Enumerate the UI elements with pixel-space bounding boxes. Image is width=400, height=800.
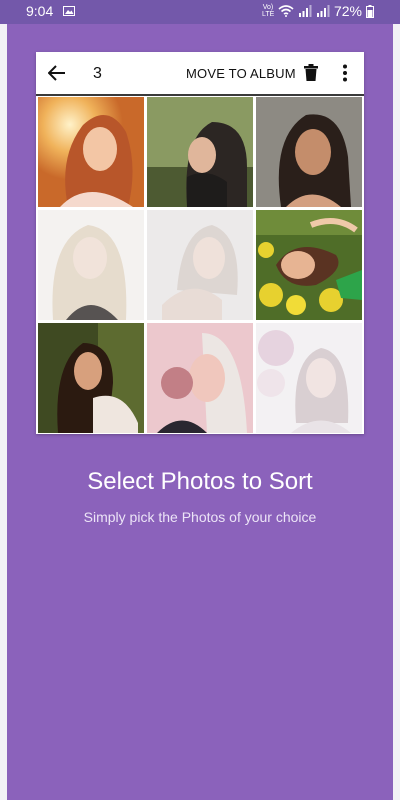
selected-count: 3 [93, 65, 102, 82]
photo-1[interactable] [38, 97, 144, 207]
onboarding-subtitle: Simply pick the Photos of your choice [83, 509, 317, 525]
photo-9[interactable] [256, 323, 362, 433]
photo-3[interactable] [256, 97, 362, 207]
photo-7[interactable] [38, 323, 144, 433]
gallery-notification-icon [63, 6, 75, 16]
status-bar: 9:04 Vo) LTE 72% [0, 0, 400, 24]
more-vert-icon[interactable] [342, 64, 348, 82]
photo-4[interactable] [38, 210, 144, 320]
selection-toolbar: 3 MOVE TO ALBUM [36, 52, 364, 96]
photo-grid [38, 97, 362, 433]
status-time: 9:04 [26, 3, 54, 19]
wifi-icon [278, 5, 294, 17]
onboarding-title: Select Photos to Sort [87, 468, 313, 495]
signal-icon-2 [316, 5, 330, 17]
signal-icon-1 [298, 5, 312, 17]
battery-percent: 72% [333, 3, 362, 19]
photo-5[interactable] [147, 210, 253, 320]
photo-8[interactable] [147, 323, 253, 433]
photo-2[interactable] [147, 97, 253, 207]
trash-icon[interactable] [304, 64, 318, 81]
demo-screen: 3 MOVE TO ALBUM [36, 52, 364, 434]
photo-6[interactable] [256, 210, 362, 320]
status-indicators: Vo) LTE 72% [262, 3, 374, 19]
back-arrow-icon[interactable] [48, 65, 66, 81]
battery-icon [366, 4, 374, 18]
move-to-album-button[interactable]: MOVE TO ALBUM [186, 66, 296, 81]
volte-icon: Vo) LTE [261, 4, 275, 18]
